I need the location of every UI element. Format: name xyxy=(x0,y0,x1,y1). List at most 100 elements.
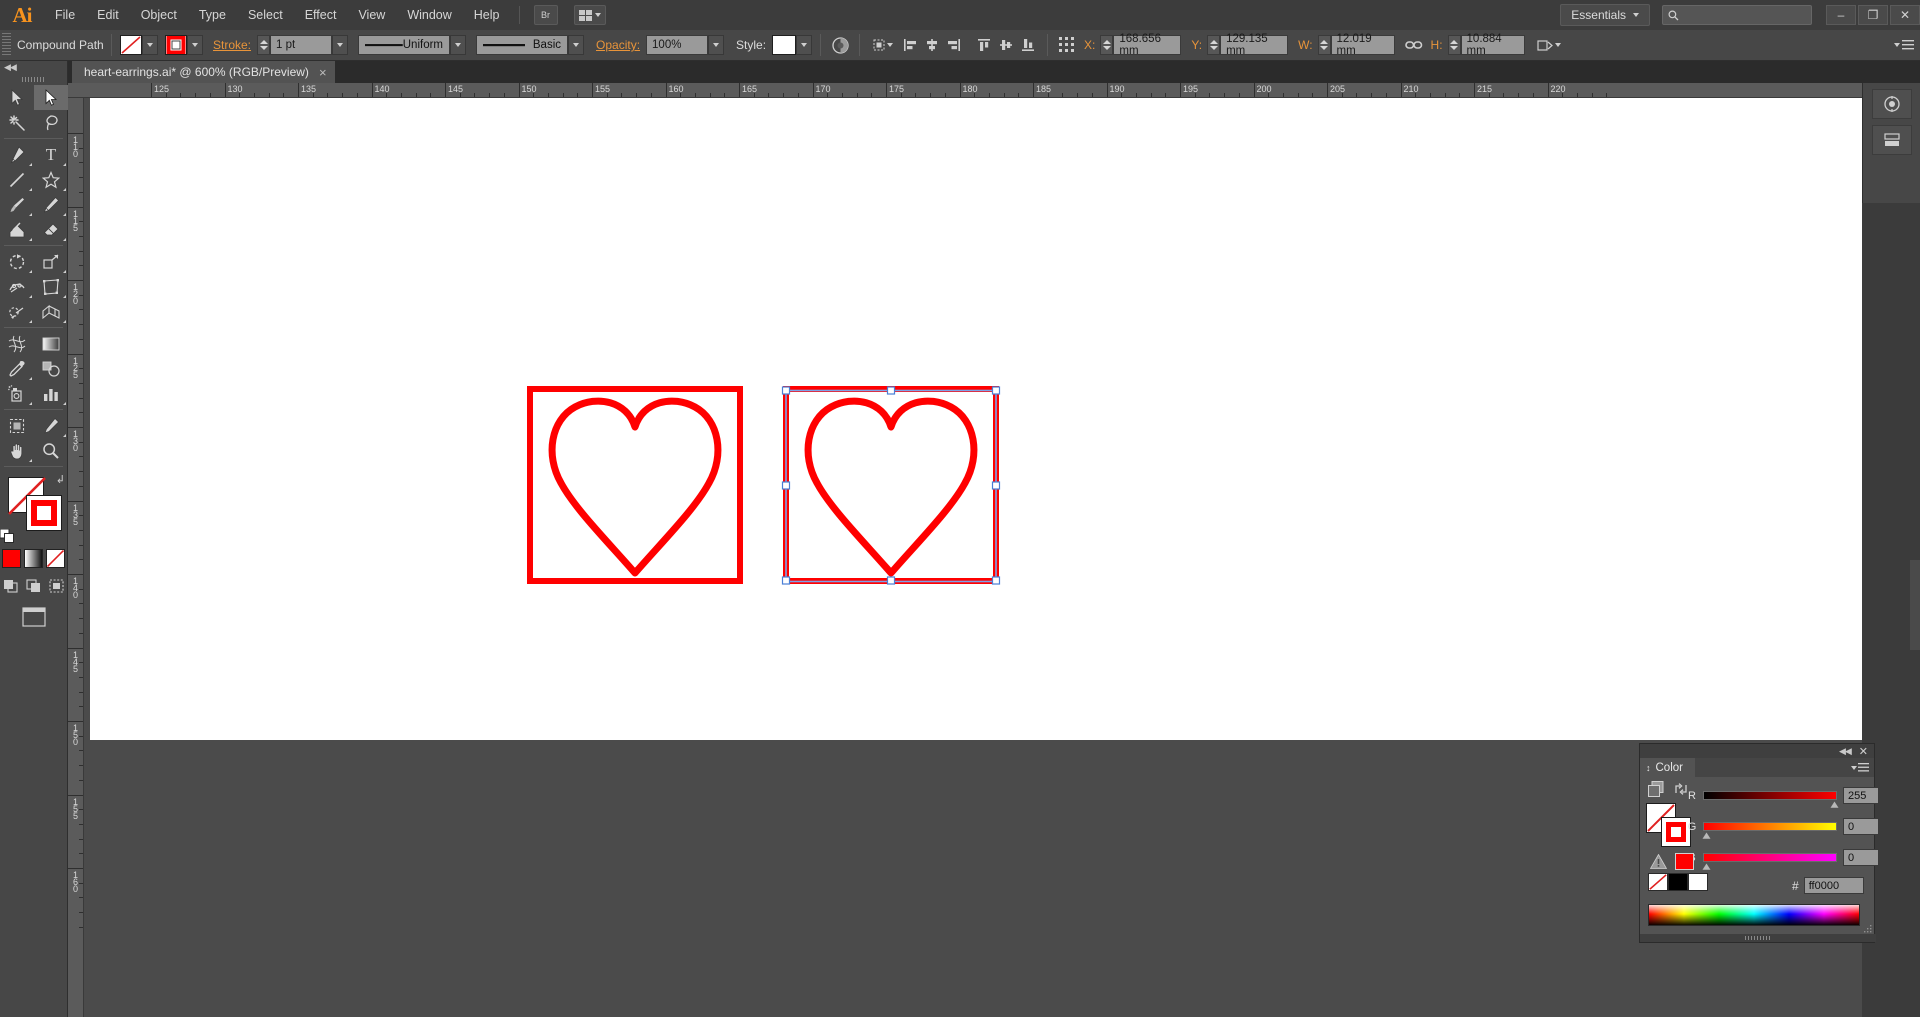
draw-behind-mode[interactable] xyxy=(24,577,44,595)
width-tool[interactable] xyxy=(0,274,34,299)
bridge-button[interactable]: Br xyxy=(533,5,558,25)
close-icon[interactable]: × xyxy=(319,66,327,79)
shape-tool[interactable] xyxy=(34,167,68,192)
type-tool[interactable]: T xyxy=(34,142,68,167)
x-stepper[interactable] xyxy=(1100,35,1114,55)
stroke-weight-label[interactable]: Stroke: xyxy=(213,38,251,52)
arrange-documents-button[interactable] xyxy=(573,5,606,25)
tab-color[interactable]: ↕ Color xyxy=(1640,758,1695,777)
minimize-button[interactable]: – xyxy=(1826,5,1856,25)
align-left-icon[interactable] xyxy=(899,34,921,56)
panel-collapse-tab[interactable] xyxy=(1910,560,1920,650)
lasso-tool[interactable] xyxy=(34,110,68,135)
align-center-h-icon[interactable] xyxy=(921,34,943,56)
slider-thumb-r[interactable] xyxy=(1830,801,1839,808)
warning-triangle-icon[interactable] xyxy=(1650,854,1667,869)
opacity-label[interactable]: Opacity: xyxy=(596,38,640,52)
brush-definition-dropdown[interactable] xyxy=(568,35,585,55)
align-top-icon[interactable] xyxy=(973,34,995,56)
fill-stroke-proxy-icon[interactable] xyxy=(1648,781,1664,797)
shaper-tool[interactable] xyxy=(0,217,34,242)
pencil-tool[interactable] xyxy=(34,192,68,217)
color-panel-menu-icon[interactable] xyxy=(1851,763,1869,772)
resize-grip-icon[interactable] xyxy=(1864,925,1872,933)
swap-fill-stroke-icon[interactable]: ↲ xyxy=(56,473,65,486)
menu-item-type[interactable]: Type xyxy=(188,0,237,30)
restore-button[interactable]: ❐ xyxy=(1858,5,1888,25)
channel-value-r[interactable]: 255 xyxy=(1843,787,1879,804)
w-input[interactable]: 12.019 mm xyxy=(1330,33,1395,57)
artboard[interactable] xyxy=(90,98,1862,740)
mesh-tool[interactable] xyxy=(0,331,34,356)
paintbrush-tool[interactable] xyxy=(0,192,34,217)
stroke-swatch[interactable] xyxy=(165,35,187,55)
channel-value-b[interactable]: 0 xyxy=(1843,849,1879,866)
document-tab[interactable]: heart-earrings.ai* @ 600% (RGB/Preview) … xyxy=(72,61,336,83)
fill-swatch[interactable] xyxy=(120,35,142,55)
opacity-input[interactable]: 100% xyxy=(646,35,709,55)
eyedropper-tool[interactable] xyxy=(0,356,34,381)
isolate-icon[interactable] xyxy=(1535,34,1557,56)
stroke-weight-dropdown[interactable] xyxy=(332,35,349,55)
graphic-style-swatch[interactable] xyxy=(772,35,797,55)
menu-item-effect[interactable]: Effect xyxy=(294,0,348,30)
y-stepper[interactable] xyxy=(1207,35,1221,55)
eraser-tool[interactable] xyxy=(34,217,68,242)
color-guide-icon[interactable] xyxy=(1871,89,1912,119)
slider-thumb-b[interactable] xyxy=(1702,863,1711,870)
link-icon[interactable] xyxy=(1403,34,1425,56)
close-button[interactable]: ✕ xyxy=(1890,5,1920,25)
draw-normal-mode[interactable] xyxy=(1,577,21,595)
stroke-dropdown[interactable] xyxy=(187,35,203,55)
graphic-style-dropdown[interactable] xyxy=(796,35,813,55)
align-bottom-icon[interactable] xyxy=(1017,34,1039,56)
panel-menu-icon[interactable] xyxy=(1894,40,1914,50)
menu-item-edit[interactable]: Edit xyxy=(86,0,130,30)
menu-item-object[interactable]: Object xyxy=(130,0,188,30)
search-input[interactable] xyxy=(1662,5,1812,25)
toolbar-stroke-swatch[interactable] xyxy=(26,495,62,531)
chevron-down-icon[interactable] xyxy=(887,43,894,47)
draw-inside-mode[interactable] xyxy=(47,577,67,595)
opacity-dropdown[interactable] xyxy=(708,35,725,55)
menu-item-help[interactable]: Help xyxy=(463,0,511,30)
rotate-tool[interactable] xyxy=(0,249,34,274)
channel-slider-r[interactable] xyxy=(1703,791,1839,808)
artboard-tool[interactable] xyxy=(0,413,34,438)
free-transform-tool[interactable] xyxy=(34,274,68,299)
horizontal-ruler[interactable]: 125 130 135 140 145 150 155 160 165 170 175 180 185 1… xyxy=(68,83,1862,98)
out-of-gamut-color-swatch[interactable] xyxy=(1675,853,1694,870)
x-input[interactable]: 168.656 mm xyxy=(1113,33,1182,57)
channel-slider-g[interactable] xyxy=(1702,822,1837,839)
width-profile-select[interactable]: Uniform xyxy=(358,35,451,55)
tools-grip[interactable] xyxy=(0,74,67,85)
h-input[interactable]: 10.884 mm xyxy=(1460,33,1525,57)
screen-mode-button[interactable] xyxy=(0,607,67,627)
black-swatch[interactable] xyxy=(1668,873,1688,891)
hand-tool[interactable] xyxy=(0,438,34,463)
hex-input[interactable]: ff0000 xyxy=(1803,877,1864,894)
stroke-weight-input[interactable]: 1 pt xyxy=(270,35,333,55)
line-segment-tool[interactable] xyxy=(0,167,34,192)
perspective-grid-tool[interactable] xyxy=(34,299,68,324)
recolor-artwork-icon[interactable] xyxy=(829,34,851,56)
w-stepper[interactable] xyxy=(1317,35,1331,55)
symbol-sprayer-tool[interactable] xyxy=(0,381,34,406)
magic-wand-tool[interactable] xyxy=(0,110,34,135)
channel-value-g[interactable]: 0 xyxy=(1843,818,1879,835)
gradient-tool[interactable] xyxy=(34,331,68,356)
slider-thumb-g[interactable] xyxy=(1702,832,1711,839)
menu-item-file[interactable]: File xyxy=(44,0,86,30)
heart-path-1[interactable] xyxy=(523,383,747,587)
appearance-icon[interactable] xyxy=(1871,125,1912,155)
color-spectrum-bar[interactable] xyxy=(1648,904,1860,926)
none-swatch-button[interactable] xyxy=(46,549,65,568)
y-input[interactable]: 129.135 mm xyxy=(1220,33,1289,57)
width-profile-dropdown[interactable] xyxy=(450,35,467,55)
menu-item-select[interactable]: Select xyxy=(237,0,294,30)
vertical-ruler[interactable]: 110115120125130135140145150155160 xyxy=(68,98,84,1017)
workspace-switcher[interactable]: Essentials xyxy=(1560,4,1650,26)
transform-panel-icon[interactable] xyxy=(1056,34,1078,56)
stroke-weight-stepper[interactable] xyxy=(257,35,271,55)
slice-tool[interactable] xyxy=(34,413,68,438)
